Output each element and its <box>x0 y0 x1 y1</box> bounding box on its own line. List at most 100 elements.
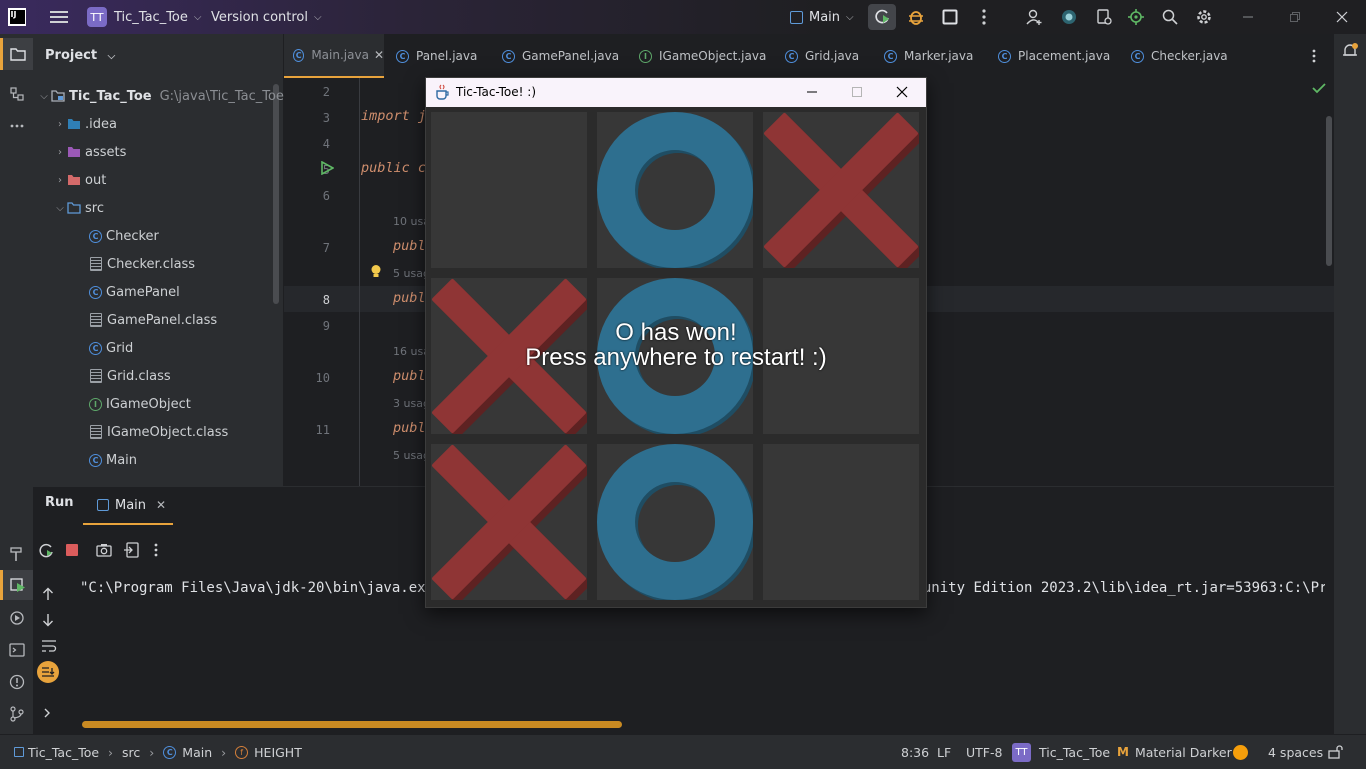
run-config-selector[interactable]: Main ⌵ <box>790 0 854 34</box>
debug-icon[interactable] <box>905 0 927 34</box>
soft-wrap-icon[interactable] <box>41 639 57 653</box>
tree-item-checker[interactable]: C Checker <box>89 222 159 250</box>
no-problems-check-icon[interactable] <box>1312 82 1326 94</box>
tab-igameobject-java[interactable]: I IGameObject.java <box>639 34 766 78</box>
search-icon[interactable] <box>1161 0 1179 34</box>
status-dot-icon[interactable] <box>1233 735 1248 769</box>
tree-item-assets[interactable]: › assets <box>53 138 126 166</box>
expand-chevron-icon[interactable] <box>43 707 51 719</box>
tree-item-src[interactable]: ⌵ src <box>53 194 104 222</box>
game-window[interactable]: Tic-Tac-Toe! :) O has won! Press anywher… <box>425 77 927 608</box>
line-separator[interactable]: LF <box>937 735 951 769</box>
notifications-bell-icon[interactable] <box>1341 42 1359 60</box>
more-options-icon[interactable] <box>154 543 158 557</box>
tree-item-gamepanel[interactable]: C GamePanel <box>89 278 180 306</box>
tabs-more-icon[interactable] <box>1306 34 1322 78</box>
services-icon[interactable] <box>1094 0 1114 34</box>
breadcrumb-class[interactable]: Main <box>182 745 212 760</box>
caret-position[interactable]: 8:36 <box>901 735 929 769</box>
minimize-window-icon[interactable] <box>1240 0 1256 34</box>
tab-main-java[interactable]: C Main.java ✕ <box>284 34 384 78</box>
class-icon: C <box>998 49 1011 63</box>
tree-item-out[interactable]: › out <box>53 166 106 194</box>
scroll-up-icon[interactable] <box>42 587 54 601</box>
tree-item-gamepanel-class[interactable]: GamePanel.class <box>89 306 217 334</box>
file-encoding[interactable]: UTF-8 <box>966 735 1002 769</box>
close-window-icon[interactable] <box>1334 0 1350 34</box>
restore-layout-icon[interactable] <box>123 542 139 558</box>
breadcrumb-field[interactable]: HEIGHT <box>254 745 302 760</box>
project-indicator[interactable]: TT Tic_Tac_Toe <box>1012 735 1110 769</box>
screenshot-camera-icon[interactable] <box>96 543 112 557</box>
close-game-window-icon[interactable] <box>896 86 908 98</box>
version-control-menu[interactable]: Version control ⌵ <box>211 0 322 34</box>
more-actions-icon[interactable] <box>975 0 993 34</box>
tab-gamepanel-java[interactable]: C GamePanel.java <box>502 34 619 78</box>
board-cell[interactable] <box>763 444 919 600</box>
run-tool-icon[interactable] <box>0 570 33 600</box>
tree-root[interactable]: ⌵ Tic_Tac_Toe G:\java\Tic_Tac_Toe <box>37 82 284 110</box>
tree-item-idea[interactable]: › .idea <box>53 110 117 138</box>
lightbulb-icon[interactable] <box>370 264 382 279</box>
close-tab-icon[interactable]: ✕ <box>374 48 384 62</box>
main-menu-icon[interactable] <box>49 0 69 34</box>
x-marker <box>432 445 591 604</box>
breadcrumb-src[interactable]: src <box>122 745 140 760</box>
tree-item-main[interactable]: C Main <box>89 446 137 474</box>
class-icon: C <box>89 229 102 243</box>
console-horizontal-scrollbar[interactable] <box>82 721 622 728</box>
terminal-icon[interactable] <box>0 636 33 664</box>
board-cell[interactable] <box>763 112 923 272</box>
tab-marker-java[interactable]: C Marker.java <box>884 34 973 78</box>
rerun-icon[interactable] <box>38 543 54 559</box>
editor-scrollbar[interactable] <box>1326 116 1332 266</box>
title-bar: IJ TT Tic_Tac_Toe ⌵ Version control ⌵ Ma… <box>0 0 1366 34</box>
breadcrumb-project[interactable]: Tic_Tac_Toe <box>28 745 99 760</box>
indent-setting[interactable]: 4 spaces <box>1268 735 1323 769</box>
scroll-to-end-icon[interactable] <box>37 661 59 683</box>
maximize-game-window-icon[interactable] <box>851 86 863 98</box>
services-tool-icon[interactable] <box>0 604 33 632</box>
close-tab-icon[interactable]: ✕ <box>156 498 166 512</box>
game-window-titlebar[interactable]: Tic-Tac-Toe! :) <box>426 78 926 107</box>
board-cell[interactable] <box>597 444 756 603</box>
read-only-toggle-icon[interactable] <box>1328 735 1344 769</box>
tree-item-igameobject[interactable]: I IGameObject <box>89 390 191 418</box>
tree-item-grid-class[interactable]: Grid.class <box>89 362 171 390</box>
tree-item-checker-class[interactable]: Checker.class <box>89 250 195 278</box>
add-user-icon[interactable] <box>1024 0 1044 34</box>
run-config-tab[interactable]: Main ✕ <box>83 487 173 525</box>
minimize-game-window-icon[interactable] <box>806 86 818 98</box>
board-cell[interactable] <box>431 444 591 604</box>
project-tool-icon[interactable] <box>0 38 33 70</box>
tree-item-grid[interactable]: C Grid <box>89 334 133 362</box>
run-panel-title[interactable]: Run <box>45 495 74 510</box>
settings-gear-icon[interactable] <box>1195 0 1213 34</box>
structure-tool-icon[interactable] <box>0 80 33 108</box>
run-gutter-icon[interactable] <box>320 161 334 175</box>
tab-panel-java[interactable]: C Panel.java <box>396 34 477 78</box>
tab-checker-java[interactable]: C Checker.java <box>1131 34 1228 78</box>
rerun-button[interactable] <box>867 0 897 34</box>
restore-window-icon[interactable] <box>1287 0 1303 34</box>
plugin-icon[interactable] <box>1126 0 1146 34</box>
problems-icon[interactable] <box>0 668 33 696</box>
project-scrollbar[interactable] <box>273 84 279 304</box>
stop-icon[interactable] <box>65 543 79 557</box>
scroll-down-icon[interactable] <box>42 613 54 627</box>
tab-placement-java[interactable]: C Placement.java <box>998 34 1110 78</box>
tree-item-label: assets <box>85 144 127 160</box>
board-cell[interactable] <box>431 112 587 268</box>
build-hammer-icon[interactable] <box>0 540 33 568</box>
ide-logo-icon[interactable]: IJ <box>8 0 26 34</box>
git-icon[interactable] <box>0 700 33 728</box>
stop-button[interactable] <box>938 0 962 34</box>
tree-item-igameobject-class[interactable]: IGameObject.class <box>89 418 228 446</box>
project-panel-header[interactable]: Project ⌵ <box>45 48 115 63</box>
ai-assistant-icon[interactable] <box>1059 0 1079 34</box>
project-selector[interactable]: TT Tic_Tac_Toe ⌵ <box>87 0 201 34</box>
theme-indicator[interactable]: M Material Darker <box>1117 735 1232 769</box>
more-tools-icon[interactable] <box>0 112 33 140</box>
tab-grid-java[interactable]: C Grid.java <box>785 34 859 78</box>
board-cell[interactable] <box>597 112 756 271</box>
